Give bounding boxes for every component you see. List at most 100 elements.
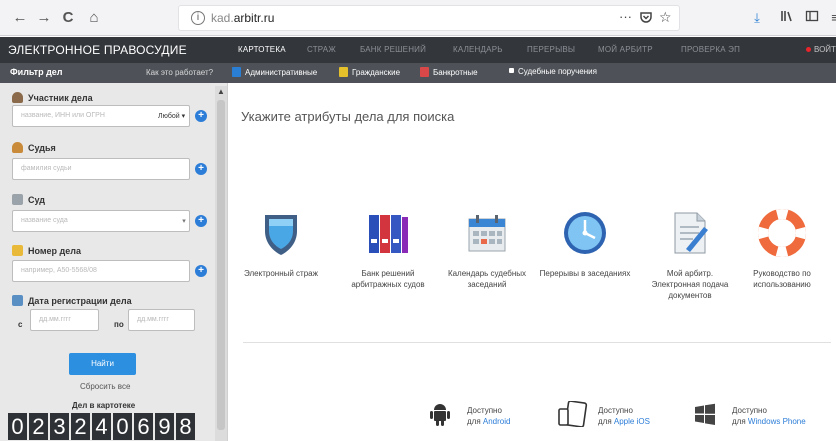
date-to-label: по (114, 320, 124, 329)
category-bankruptcy[interactable]: Банкротные (420, 67, 478, 77)
lifebuoy-icon (758, 209, 806, 257)
counter-digit: 2 (71, 413, 90, 440)
counter-digit: 6 (134, 413, 153, 440)
counter-digit: 4 (92, 413, 111, 440)
filter-title: Фильтр дел (10, 67, 63, 77)
counter-digit: 0 (113, 413, 132, 440)
counter-digit: 8 (176, 413, 195, 440)
document-icon (666, 209, 714, 257)
case-number-label: Номер дела (12, 245, 81, 256)
court-label: Суд (12, 194, 45, 205)
judge-icon (12, 142, 23, 153)
tab-bank-resheniy[interactable]: БАНК РЕШЕНИЙ (360, 45, 426, 54)
filter-bar: Фильтр дел Как это работает? Администрат… (0, 63, 836, 83)
forward-arrow-icon[interactable]: → (34, 8, 54, 28)
tab-kartoteka[interactable]: КАРТОТЕКА (238, 45, 286, 54)
search-sidebar: Участник дела название, ИНН или ОГРН Люб… (0, 83, 228, 441)
app-windows-text: Доступно для Windows Phone (732, 406, 806, 426)
add-judge-button[interactable]: + (195, 163, 207, 175)
person-icon (12, 92, 23, 103)
page-actions-icon[interactable]: ··· (619, 9, 632, 24)
category-civil[interactable]: Гражданские (339, 67, 400, 77)
judge-label: Судья (12, 142, 56, 153)
reset-all-link[interactable]: Сбросить все (80, 382, 130, 391)
court-select[interactable]: название суда ▾ (12, 210, 190, 232)
participant-input[interactable]: название, ИНН или ОГРН Любой ▾ (12, 105, 190, 127)
pocket-icon[interactable] (639, 10, 653, 24)
tablet-phone-icon (558, 400, 588, 428)
calendar-icon (463, 209, 511, 257)
date-to-input[interactable]: дд.мм.гггг (128, 309, 195, 331)
service-label: Перерывы в заседаниях (539, 269, 631, 278)
counter-digit: 2 (29, 413, 48, 440)
service-label: Мой арбитр. Электронная подача документо… (651, 269, 729, 300)
add-case-number-button[interactable]: + (195, 265, 207, 277)
login-link[interactable]: ВОЙТ (806, 45, 836, 54)
counter-digit: 0 (8, 413, 27, 440)
windows-icon (692, 401, 718, 427)
clock-icon (561, 209, 609, 257)
case-number-input[interactable]: например, А50-5568/08 (12, 260, 190, 282)
category-administrative[interactable]: Административные (232, 67, 317, 77)
tab-pereryvy[interactable]: ПЕРЕРЫВЫ (527, 45, 575, 54)
tab-proverka-ep[interactable]: ПРОВЕРКА ЭП (681, 45, 740, 54)
cases-counter: 0 2 3 2 4 0 6 9 8 (8, 413, 195, 440)
ios-link[interactable]: Apple iOS (614, 417, 650, 426)
category-court-orders[interactable]: Судебные поручения (509, 67, 597, 76)
service-bank-resheniy[interactable]: Банк решений арбитражных судов (340, 209, 436, 290)
reload-icon[interactable]: C (58, 8, 78, 28)
civil-icon (339, 67, 348, 77)
sidebar-toggle-icon[interactable] (803, 9, 821, 27)
service-guide[interactable]: Руководство по использованию (734, 209, 830, 290)
menu-icon[interactable]: ≡ (826, 9, 836, 27)
sidebar-scrollbar[interactable]: ▲ (215, 86, 227, 441)
date-calendar-icon (12, 295, 23, 306)
url-bar[interactable]: i kad.arbitr.ru ··· ☆ (178, 5, 680, 31)
participant-label: Участник дела (12, 92, 93, 103)
browser-toolbar: ← → C ⌂ i kad.arbitr.ru ··· ☆ ⤓ ≡ (0, 0, 836, 36)
tab-strazh[interactable]: СТРАЖ (307, 45, 336, 54)
library-icon[interactable] (778, 9, 796, 27)
service-moy-arbitr[interactable]: Мой арбитр. Электронная подача документо… (642, 209, 738, 301)
bankruptcy-icon (420, 67, 429, 77)
cases-count-label: Дел в картотеке (72, 401, 136, 410)
app-android-text: Доступно для Android (467, 406, 511, 426)
service-strazh[interactable]: Электронный страж (233, 209, 329, 279)
counter-digit: 9 (155, 413, 174, 440)
scroll-up-icon[interactable]: ▲ (215, 86, 227, 98)
scroll-thumb[interactable] (217, 100, 225, 430)
service-label: Руководство по использованию (753, 269, 811, 289)
back-arrow-icon[interactable]: ← (10, 8, 30, 28)
date-from-label: с (18, 320, 23, 329)
service-label: Банк решений арбитражных судов (351, 269, 425, 289)
participant-role-select[interactable]: Любой ▾ (158, 112, 185, 120)
reg-date-label: Дата регистрации дела (12, 295, 132, 306)
main-content: Укажите атрибуты дела для поиска Электро… (229, 83, 836, 441)
info-icon[interactable]: i (191, 11, 205, 25)
url-text: kad.arbitr.ru (211, 11, 275, 25)
section-divider (243, 342, 831, 343)
binders-icon (364, 209, 412, 257)
bookmark-star-icon[interactable]: ☆ (659, 9, 672, 26)
tab-calendar[interactable]: КАЛЕНДАРЬ (453, 45, 503, 54)
service-label: Электронный страж (244, 269, 318, 278)
site-brand[interactable]: ЭЛЕКТРОННОЕ ПРАВОСУДИЕ (8, 43, 187, 57)
judge-input[interactable]: фамилия судьи (12, 158, 190, 180)
service-pereryvy[interactable]: Перерывы в заседаниях (537, 209, 633, 279)
shield-icon (257, 209, 305, 257)
counter-digit: 3 (50, 413, 69, 440)
windows-phone-link[interactable]: Windows Phone (748, 417, 806, 426)
tab-moy-arbitr[interactable]: МОЙ АРБИТР (598, 45, 653, 54)
court-dropdown-icon[interactable]: ▾ (179, 218, 189, 226)
download-icon[interactable]: ⤓ (748, 9, 766, 27)
how-it-works-link[interactable]: Как это работает? (146, 68, 213, 77)
search-button[interactable]: Найти (69, 353, 136, 375)
service-calendar[interactable]: Календарь судебных заседаний (439, 209, 535, 290)
add-participant-button[interactable]: + (195, 110, 207, 122)
service-label: Календарь судебных заседаний (447, 269, 527, 289)
home-icon[interactable]: ⌂ (84, 8, 104, 28)
court-building-icon (12, 194, 23, 205)
add-court-button[interactable]: + (195, 215, 207, 227)
android-link[interactable]: Android (483, 417, 511, 426)
date-from-input[interactable]: дд.мм.гггг (30, 309, 99, 331)
